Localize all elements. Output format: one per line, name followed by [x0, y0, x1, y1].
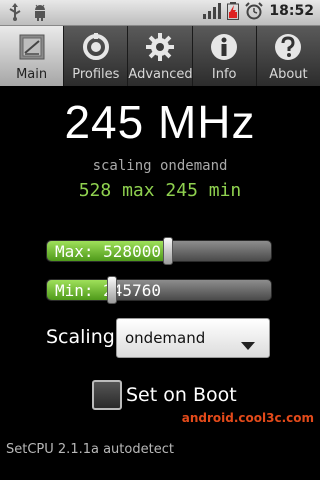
status-bar: 18:52 [0, 0, 320, 26]
max-frequency-slider[interactable]: Max: 528000 [46, 237, 272, 265]
tab-bar: Main Profiles Advanced Info About [0, 26, 320, 86]
tab-about[interactable]: About [257, 26, 320, 86]
tab-main[interactable]: Main [0, 26, 65, 86]
scaling-label: Scaling [46, 326, 115, 348]
gear-icon [145, 32, 175, 62]
current-frequency: 245 MHz [64, 96, 256, 148]
min-frequency-slider[interactable]: Min: 245760 [46, 276, 272, 304]
tab-profiles[interactable]: Profiles [64, 26, 129, 86]
scaling-selected-value: ondemand [125, 329, 206, 347]
signal-icon [203, 3, 222, 19]
dropdown-arrow-icon [241, 335, 255, 354]
version-footer: SetCPU 2.1.1a autodetect [6, 442, 174, 457]
tab-label: Profiles [72, 67, 120, 82]
info-icon [209, 32, 239, 62]
set-on-boot-label: Set on Boot [126, 384, 237, 406]
slider-thumb[interactable] [106, 276, 117, 304]
max-min-readout: 528 max 245 min [78, 180, 242, 201]
android-debug-icon [32, 3, 48, 21]
max-slider-value: Max: 528000 [55, 242, 161, 261]
slider-thumb[interactable] [162, 237, 173, 265]
tab-label: Info [211, 67, 237, 82]
set-on-boot-checkbox[interactable] [92, 380, 122, 410]
battery-icon [227, 2, 240, 20]
usb-icon [8, 3, 22, 21]
tab-label: Main [16, 67, 48, 82]
clock-time: 18:52 [269, 3, 314, 19]
scaling-governor-select[interactable]: ondemand [116, 318, 270, 358]
tab-advanced[interactable]: Advanced [128, 26, 193, 86]
tab-label: About [269, 67, 308, 82]
watermark: android.cool3c.com [181, 411, 314, 425]
question-icon [273, 32, 303, 62]
alarm-icon [245, 2, 264, 20]
cpu-chip-icon [17, 32, 47, 62]
tab-info[interactable]: Info [193, 26, 257, 86]
scaling-status: scaling ondemand [92, 158, 228, 174]
profile-ring-icon [81, 32, 111, 62]
tab-label: Advanced [128, 67, 193, 82]
